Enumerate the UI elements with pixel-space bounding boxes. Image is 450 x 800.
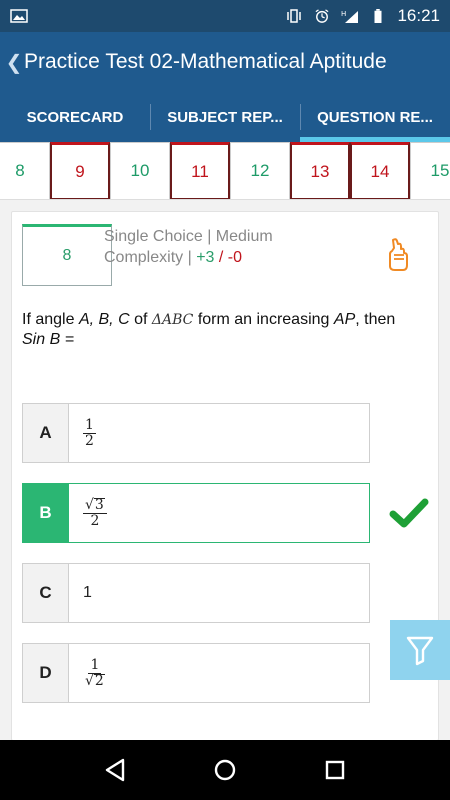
option-label: D	[23, 644, 69, 702]
option-b[interactable]: B √ 3 2	[22, 483, 370, 543]
fraction: √ 3 2	[83, 496, 107, 529]
tab-scorecard[interactable]: SCORECARD	[0, 92, 150, 142]
signal-h-icon: H	[341, 10, 359, 23]
app-bar: ❮ Practice Test 02-Mathematical Aptitude	[0, 32, 450, 92]
status-time: 16:21	[397, 6, 440, 25]
question-text-part: form an increasing	[197, 311, 330, 328]
meta-separator: |	[207, 228, 212, 245]
question-number-10[interactable]: 10	[110, 142, 170, 199]
option-c[interactable]: C 1	[22, 563, 370, 623]
correct-check-icon	[389, 498, 429, 528]
radicand: 2	[93, 672, 105, 689]
option-value: 1 √ 2	[69, 644, 369, 702]
filter-button[interactable]	[390, 620, 450, 680]
fraction-denominator: √ 2	[83, 672, 107, 689]
option-label: A	[23, 404, 69, 462]
question-number-11[interactable]: 11	[170, 142, 230, 199]
page-title: Practice Test 02-Mathematical Aptitude	[24, 50, 387, 73]
question-text-part: If angle	[22, 311, 75, 328]
fraction-denominator: 2	[90, 512, 100, 529]
status-bar: H 16:21	[0, 0, 450, 32]
question-text-part: , then	[355, 311, 396, 328]
svg-text:H: H	[341, 10, 346, 18]
vibrate-icon	[287, 9, 302, 23]
option-d[interactable]: D 1 √ 2	[22, 643, 370, 703]
system-nav-bar	[0, 740, 450, 800]
option-label: C	[23, 564, 69, 622]
option-value: 1 2	[69, 404, 369, 462]
back-triangle-icon[interactable]	[101, 756, 129, 784]
square-root: √ 2	[85, 672, 105, 689]
fraction: 1 √ 2	[83, 656, 107, 689]
marks-negative: / -0	[218, 249, 243, 266]
question-card: 8 Single Choice | Medium Complexity | +3…	[11, 211, 439, 741]
question-number-strip[interactable]: 8 9 10 11 12 13 14 15	[0, 142, 450, 200]
fraction-numerator: √ 3	[83, 496, 107, 514]
question-type: Single Choice	[104, 228, 203, 245]
home-circle-icon[interactable]	[211, 756, 239, 784]
image-icon	[10, 9, 28, 23]
square-root: √ 3	[85, 496, 105, 513]
filter-icon	[406, 636, 434, 666]
question-ap: AP	[333, 311, 356, 328]
option-value: √ 3 2	[69, 484, 369, 542]
fraction-denominator: 2	[85, 432, 94, 449]
tab-bar: SCORECARD SUBJECT REP... QUESTION RE...	[0, 92, 450, 142]
alarm-icon	[315, 9, 329, 23]
question-number-15[interactable]: 15	[410, 142, 450, 199]
tab-subject-report[interactable]: SUBJECT REP...	[150, 92, 300, 142]
question-text: If angle A, B, C of ΔABC form an increas…	[22, 310, 422, 350]
question-text-part: of	[134, 311, 148, 328]
question-number-14[interactable]: 14	[350, 142, 410, 199]
triangle-label: ΔABC	[151, 312, 194, 328]
hand-fingers-crossed-icon[interactable]	[384, 238, 412, 272]
marks-positive: +3	[196, 249, 215, 266]
question-number-box: 8	[22, 224, 112, 286]
option-a[interactable]: A 1 2	[22, 403, 370, 463]
fraction-numerator: 1	[88, 656, 102, 674]
fraction: 1 2	[83, 416, 96, 449]
question-number-9[interactable]: 9	[50, 142, 110, 199]
question-angles: A, B, C	[78, 311, 130, 328]
fraction-numerator: 1	[83, 416, 96, 434]
battery-icon	[374, 9, 382, 23]
recents-square-icon[interactable]	[321, 756, 349, 784]
question-number-8[interactable]: 8	[0, 142, 50, 199]
option-label: B	[23, 484, 69, 542]
tab-question-review[interactable]: QUESTION RE...	[300, 92, 450, 142]
radicand: 3	[93, 496, 105, 513]
meta-separator: |	[187, 249, 192, 266]
option-value: 1	[83, 584, 92, 601]
question-meta: Single Choice | Medium Complexity | +3 /…	[104, 226, 304, 268]
question-number-12[interactable]: 12	[230, 142, 290, 199]
question-number-13[interactable]: 13	[290, 142, 350, 199]
chevron-left-icon[interactable]: ❮	[0, 32, 24, 92]
question-sinb: Sin B =	[22, 331, 75, 348]
